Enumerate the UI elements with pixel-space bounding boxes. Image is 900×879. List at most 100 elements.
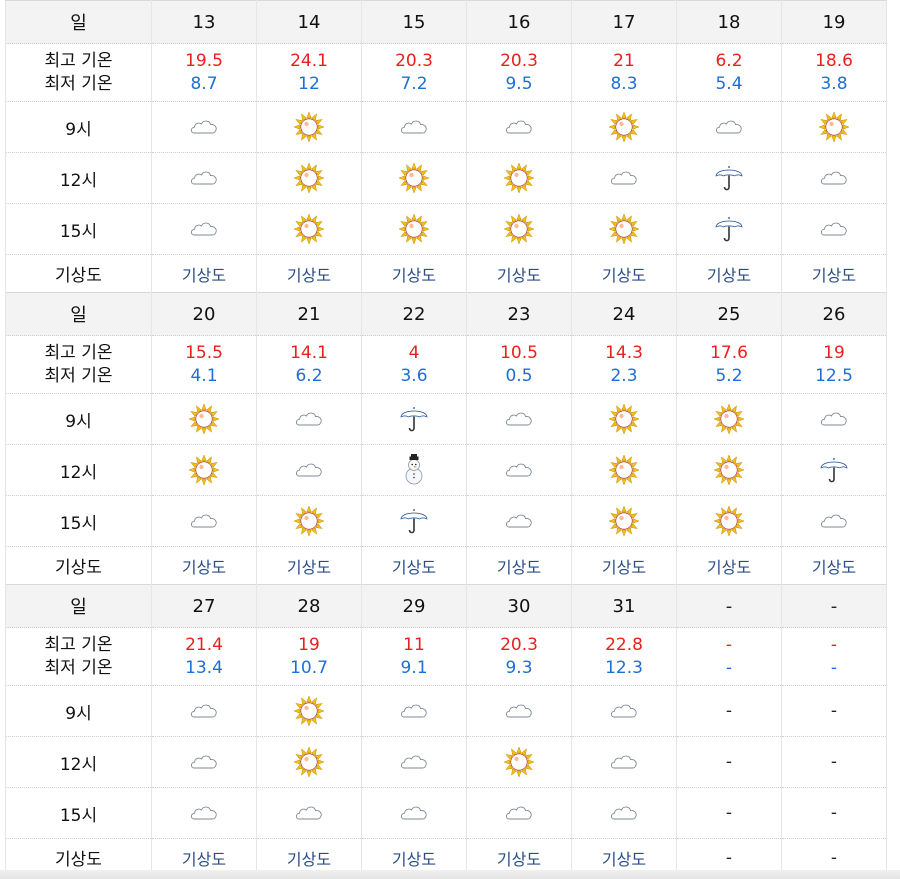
weather-map-link[interactable]: 기상도 xyxy=(602,558,646,577)
forecast-cell xyxy=(466,393,572,445)
forecast-cell xyxy=(361,736,467,788)
time-label: 9시 xyxy=(5,101,152,153)
temperature-cell: 19 10.7 xyxy=(256,627,362,686)
forecast-cell xyxy=(256,101,362,153)
day-label: 일 xyxy=(5,292,152,336)
cloud-icon xyxy=(398,803,430,823)
weather-map-label-text: 기상도 xyxy=(55,850,102,870)
day-number-cell: - xyxy=(676,584,782,628)
time-label-text: 15시 xyxy=(59,221,98,242)
day-header-row: 일 20 21 22 23 24 25 26 xyxy=(5,292,887,336)
weather-table: 일 13 14 15 16 17 18 19 최고 기온 최저 기온 19.5 8.7 24.1 12 20… xyxy=(5,0,887,877)
day-number: 21 xyxy=(297,303,321,325)
day-number: 18 xyxy=(717,11,741,33)
temperature-label: 최고 기온 최저 기온 xyxy=(5,335,152,394)
forecast-row-9h: 9시 xyxy=(5,393,887,445)
high-temp: - xyxy=(725,634,733,655)
forecast-row-9h: 9시 xyxy=(5,101,887,153)
forecast-cell xyxy=(676,101,782,153)
weather-map-cell: 기상도 xyxy=(571,546,677,585)
weather-map-cell: 기상도 xyxy=(151,546,257,585)
forecast-cell xyxy=(466,495,572,547)
sun-icon xyxy=(713,454,745,486)
day-number-cell: 15 xyxy=(361,0,467,44)
weather-map-link[interactable]: 기상도 xyxy=(707,266,751,285)
low-temp: 8.7 xyxy=(190,73,218,94)
temperature-label: 최고 기온 최저 기온 xyxy=(5,627,152,686)
weather-map-cell: 기상도 xyxy=(361,254,467,293)
forecast-cell xyxy=(466,787,572,839)
day-number-cell: 16 xyxy=(466,0,572,44)
temperature-cell: 22.8 12.3 xyxy=(571,627,677,686)
temperature-cell: 14.3 2.3 xyxy=(571,335,677,394)
low-temp: - xyxy=(725,657,733,678)
forecast-cell xyxy=(781,101,887,153)
forecast-cell xyxy=(466,685,572,737)
temperature-row: 최고 기온 최저 기온 21.4 13.4 19 10.7 11 9.1 20.3 9.3 22.8… xyxy=(5,627,887,686)
high-temp: 22.8 xyxy=(605,634,643,655)
day-number-cell: 20 xyxy=(151,292,257,336)
temperature-cell: 6.2 5.4 xyxy=(676,43,782,102)
low-temp: 6.2 xyxy=(295,365,323,386)
forecast-row-12h: 12시 xyxy=(5,152,887,204)
weather-map-link[interactable]: 기상도 xyxy=(392,558,436,577)
day-number: 30 xyxy=(507,595,531,617)
forecast-row-15h: 15시 xyxy=(5,203,887,255)
cloud-icon xyxy=(608,168,640,188)
weather-map-link[interactable]: 기상도 xyxy=(287,558,331,577)
forecast-cell xyxy=(571,101,677,153)
low-temp-label: 최저 기온 xyxy=(44,657,113,678)
weather-map-link[interactable]: 기상도 xyxy=(182,850,226,869)
day-label: 일 xyxy=(5,0,152,44)
weather-map-cell: 기상도 xyxy=(256,254,362,293)
empty-dash: - xyxy=(830,847,838,868)
time-label: 9시 xyxy=(5,393,152,445)
high-temp: 10.5 xyxy=(500,342,538,363)
day-header-row: 일 27 28 29 30 31 - - xyxy=(5,584,887,628)
sun-icon xyxy=(188,454,220,486)
cloud-icon xyxy=(293,409,325,429)
forecast-cell xyxy=(676,203,782,255)
cloud-icon xyxy=(608,701,640,721)
day-number-cell: 18 xyxy=(676,0,782,44)
weather-map-link[interactable]: 기상도 xyxy=(182,558,226,577)
forecast-cell xyxy=(151,685,257,737)
weather-map-link[interactable]: 기상도 xyxy=(182,266,226,285)
sun-icon xyxy=(608,213,640,245)
day-number: 22 xyxy=(402,303,426,325)
time-label-text: 15시 xyxy=(59,513,98,534)
forecast-cell xyxy=(361,203,467,255)
high-temp: 21.4 xyxy=(185,634,223,655)
weather-map-label-text: 기상도 xyxy=(55,558,102,578)
low-temp: 13.4 xyxy=(185,657,223,678)
temperature-label: 최고 기온 최저 기온 xyxy=(5,43,152,102)
weather-map-link[interactable]: 기상도 xyxy=(392,266,436,285)
weather-map-link[interactable]: 기상도 xyxy=(497,558,541,577)
day-number-cell: 30 xyxy=(466,584,572,628)
forecast-cell xyxy=(256,393,362,445)
high-temp: 24.1 xyxy=(290,50,328,71)
cloud-icon xyxy=(503,511,535,531)
weather-map-row: 기상도 기상도 기상도 기상도 기상도 기상도 기상도 기상도 xyxy=(5,254,887,293)
weather-map-link[interactable]: 기상도 xyxy=(497,850,541,869)
weather-map-link[interactable]: 기상도 xyxy=(812,266,856,285)
weather-calendar: 일 13 14 15 16 17 18 19 최고 기온 최저 기온 19.5 8.7 24.1 12 20… xyxy=(5,0,887,877)
day-number-cell: 27 xyxy=(151,584,257,628)
weather-map-link[interactable]: 기상도 xyxy=(602,266,646,285)
sun-icon xyxy=(608,505,640,537)
weather-map-link[interactable]: 기상도 xyxy=(497,266,541,285)
forecast-empty-cell: - xyxy=(676,685,782,737)
weather-map-link[interactable]: 기상도 xyxy=(707,558,751,577)
temperature-cell: 20.3 9.5 xyxy=(466,43,572,102)
day-number-cell: 22 xyxy=(361,292,467,336)
weather-map-link[interactable]: 기상도 xyxy=(287,266,331,285)
weather-map-link[interactable]: 기상도 xyxy=(602,850,646,869)
day-number-cell: 13 xyxy=(151,0,257,44)
sun-icon xyxy=(398,213,430,245)
forecast-cell xyxy=(466,152,572,204)
weather-map-link[interactable]: 기상도 xyxy=(287,850,331,869)
weather-map-link[interactable]: 기상도 xyxy=(812,558,856,577)
weather-map-link[interactable]: 기상도 xyxy=(392,850,436,869)
sun-icon xyxy=(503,162,535,194)
high-temp: 14.1 xyxy=(290,342,328,363)
